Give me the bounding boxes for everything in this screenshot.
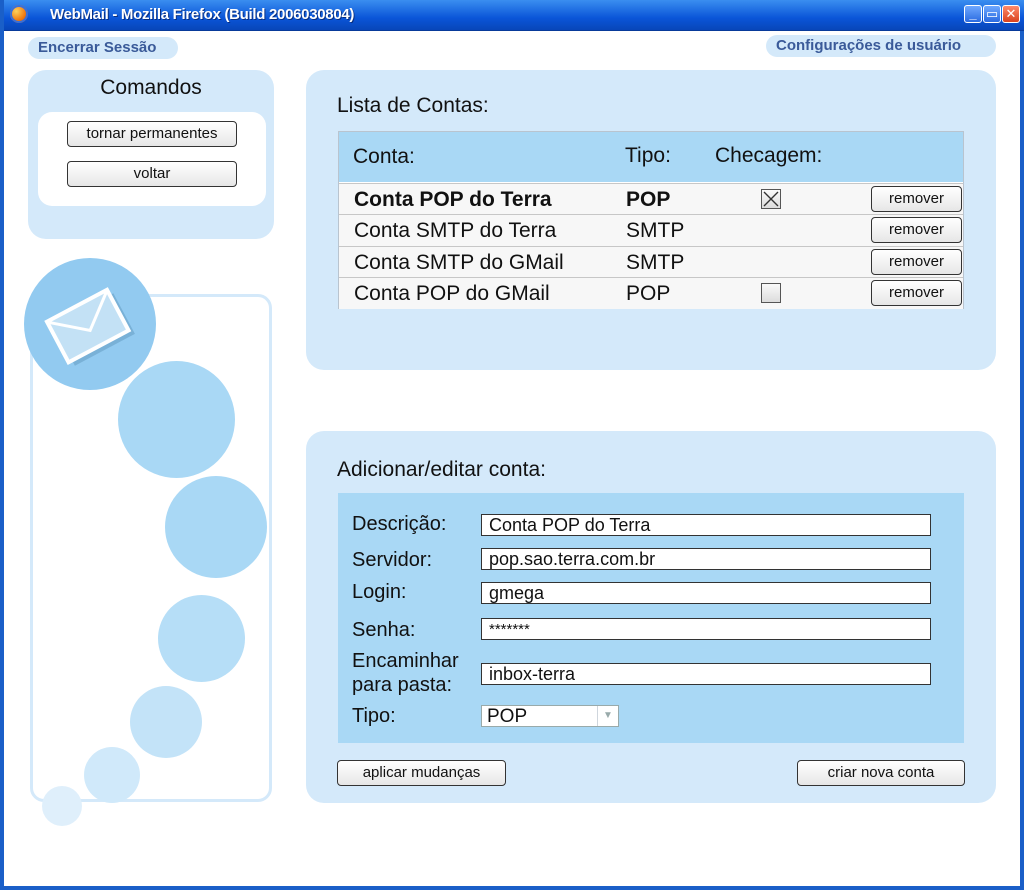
- firefox-logo-icon: [10, 5, 28, 23]
- title-bar: WebMail - Mozilla Firefox (Build 2006030…: [4, 0, 1024, 31]
- commands-title: Comandos: [100, 76, 202, 99]
- account-name: Conta SMTP do GMail: [354, 251, 564, 274]
- make-permanent-button[interactable]: tornar permanentes: [67, 121, 237, 147]
- browser-window: WebMail - Mozilla Firefox (Build 2006030…: [0, 0, 1024, 890]
- maximize-button[interactable]: ▭: [983, 5, 1001, 23]
- table-row[interactable]: Conta POP do GMail POP remover: [339, 277, 963, 309]
- description-input[interactable]: [481, 514, 931, 536]
- minimize-icon: _: [969, 6, 977, 21]
- login-input[interactable]: [481, 582, 931, 604]
- commands-box: tornar permanentes voltar: [38, 112, 266, 206]
- close-button[interactable]: ✕: [1002, 5, 1020, 23]
- type-select-value: POP: [487, 706, 528, 727]
- account-type: POP: [626, 188, 671, 211]
- envelope-icon: [44, 287, 135, 366]
- edit-title: Adicionar/editar conta:: [337, 458, 546, 481]
- table-row[interactable]: Conta SMTP do GMail SMTP remover: [339, 246, 963, 278]
- remove-button[interactable]: remover: [871, 280, 962, 306]
- create-account-button[interactable]: criar nova conta: [797, 760, 965, 786]
- forward-label-line1: Encaminhar: [352, 650, 459, 672]
- check-checkbox[interactable]: [761, 283, 781, 303]
- column-check: Checagem:: [715, 144, 823, 167]
- decorative-circle: [42, 786, 82, 826]
- checked-icon: [763, 191, 779, 207]
- decorative-circle: [84, 747, 140, 803]
- type-select[interactable]: POP ▼: [481, 705, 619, 727]
- description-label: Descrição:: [352, 513, 447, 535]
- account-form: Descrição: Servidor: Login: Senha: Encam…: [338, 493, 964, 743]
- decorative-circle: [118, 361, 235, 478]
- remove-button[interactable]: remover: [871, 186, 962, 212]
- logout-link[interactable]: Encerrar Sessão: [28, 37, 178, 59]
- back-button[interactable]: voltar: [67, 161, 237, 187]
- account-name: Conta SMTP do Terra: [354, 219, 557, 242]
- decorative-circle: [158, 595, 245, 682]
- server-label: Servidor:: [352, 549, 433, 571]
- check-checkbox[interactable]: [761, 189, 781, 209]
- table-header: Conta: Tipo: Checagem:: [339, 132, 963, 182]
- table-row[interactable]: Conta SMTP do Terra SMTP remover: [339, 214, 963, 246]
- account-name: Conta POP do Terra: [354, 188, 552, 211]
- user-settings-link[interactable]: Configurações de usuário: [766, 35, 996, 57]
- account-name: Conta POP do GMail: [354, 282, 550, 305]
- server-input[interactable]: [481, 548, 931, 570]
- window-title: WebMail - Mozilla Firefox (Build 2006030…: [50, 6, 355, 23]
- decorative-circle: [130, 686, 202, 758]
- account-type: SMTP: [626, 251, 685, 274]
- apply-changes-button[interactable]: aplicar mudanças: [337, 760, 506, 786]
- close-icon: ✕: [1005, 6, 1017, 21]
- account-type: SMTP: [626, 219, 685, 242]
- forward-label-line2: para pasta:: [352, 674, 453, 696]
- table-row[interactable]: Conta POP do Terra POP remover: [339, 183, 963, 215]
- chevron-down-icon[interactable]: ▼: [597, 706, 618, 726]
- type-label: Tipo:: [352, 705, 396, 727]
- password-input[interactable]: [481, 618, 931, 640]
- column-account: Conta:: [353, 145, 415, 168]
- maximize-icon: ▭: [985, 6, 999, 21]
- password-label: Senha:: [352, 619, 416, 641]
- commands-panel: Comandos tornar permanentes voltar: [28, 70, 274, 239]
- remove-button[interactable]: remover: [871, 217, 962, 243]
- forward-folder-input[interactable]: [481, 663, 931, 685]
- remove-button[interactable]: remover: [871, 249, 962, 275]
- decorative-circle: [165, 476, 267, 578]
- minimize-button[interactable]: _: [964, 5, 982, 23]
- login-label: Login:: [352, 581, 407, 603]
- column-type: Tipo:: [625, 144, 671, 167]
- accounts-table: Conta: Tipo: Checagem: Conta POP do Terr…: [338, 131, 964, 309]
- account-type: POP: [626, 282, 671, 305]
- accounts-title: Lista de Contas:: [337, 94, 489, 117]
